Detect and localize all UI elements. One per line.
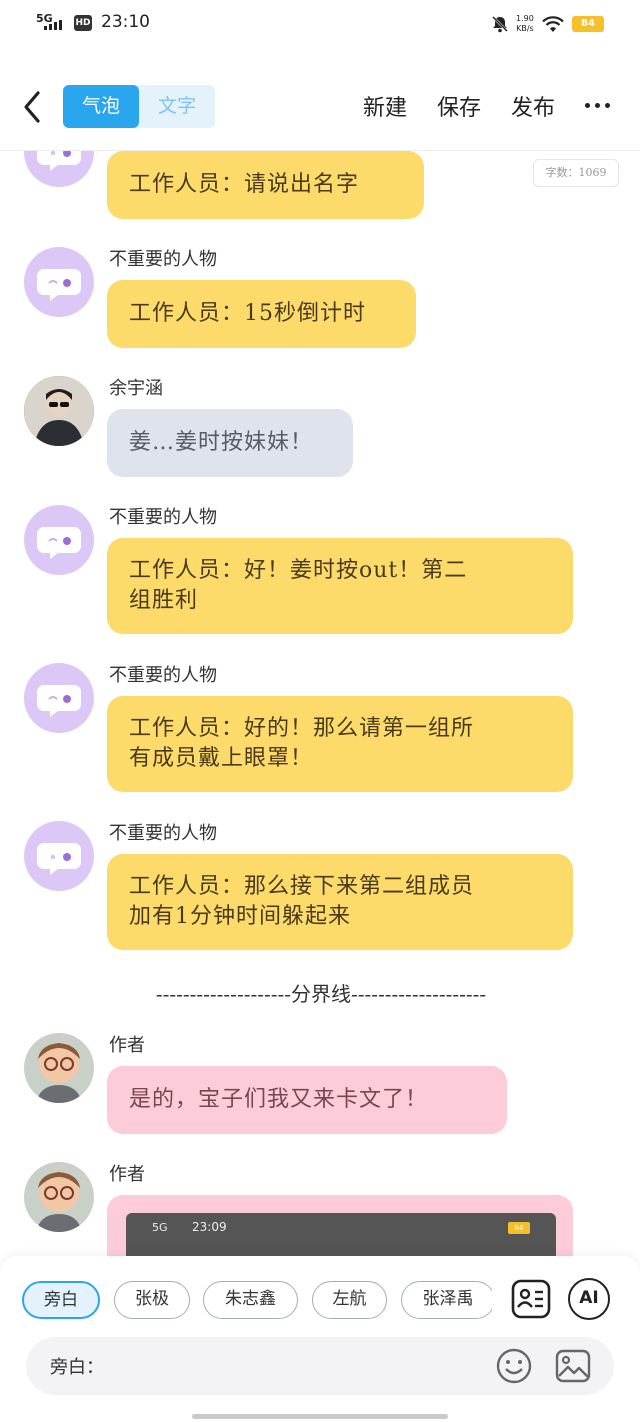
message-bubble[interactable]: 工作人员：好的！那么请第一组所 有成员戴上眼罩！ — [107, 696, 573, 792]
net-speed-value: 1.90 — [516, 14, 534, 23]
wifi-icon — [542, 16, 564, 32]
speaker-name: 不重要的人物 — [109, 665, 217, 686]
author-avatar — [24, 1033, 94, 1103]
speaker-name: 不重要的人物 — [109, 249, 217, 270]
message-line: 有成员戴上眼罩！ — [129, 746, 314, 771]
back-arrow-icon[interactable] — [18, 87, 48, 127]
battery-icon: 84 — [572, 16, 604, 32]
tab-text[interactable]: 文字 — [139, 85, 215, 128]
new-button[interactable]: 新建 — [363, 90, 407, 122]
input-speaker-label: 旁白： — [50, 1357, 104, 1378]
message-line: 组胜利 — [129, 588, 199, 613]
message-line: 工作人员：好！姜时按out！第二 — [129, 558, 468, 583]
embedded-time: 23:09 — [192, 1220, 227, 1234]
character-chip[interactable]: 左航 — [312, 1281, 387, 1319]
speaker-name: 不重要的人物 — [109, 507, 217, 528]
embedded-screenshot[interactable]: 5G 23:09 84 — [126, 1213, 556, 1256]
status-time: 23:10 — [101, 12, 150, 32]
status-bar: 5G HD 23:10 1.90 KB/s 84 — [0, 0, 640, 48]
more-options-icon[interactable] — [585, 103, 610, 108]
save-button[interactable]: 保存 — [437, 90, 481, 122]
message-bubble[interactable]: 工作人员：请说出名字 — [107, 151, 424, 219]
message-line: 工作人员：那么接下来第二组成员 — [129, 874, 475, 899]
message-bubble[interactable]: 是的，宝子们我又来卡文了！ — [107, 1066, 507, 1134]
publish-button[interactable]: 发布 — [511, 90, 555, 122]
image-icon[interactable] — [554, 1347, 592, 1385]
message-line: 工作人员：好的！那么请第一组所 — [129, 716, 475, 741]
mode-toggle: 气泡 文字 — [63, 85, 215, 128]
mute-bell-icon — [492, 16, 508, 33]
embedded-battery: 84 — [508, 1222, 530, 1234]
user-avatar — [24, 376, 94, 446]
robot-avatar — [24, 151, 94, 187]
speaker-name: 作者 — [109, 1035, 145, 1056]
ai-assist-button[interactable]: AI — [568, 1278, 610, 1320]
message-input[interactable] — [114, 1347, 484, 1385]
message-bubble[interactable]: 姜…姜时按妹妹！ — [107, 409, 353, 477]
section-divider[interactable]: --------------------分界线-----------------… — [66, 978, 576, 1007]
embedded-network: 5G — [152, 1221, 168, 1234]
speaker-name: 不重要的人物 — [109, 823, 217, 844]
speaker-name: 作者 — [109, 1164, 145, 1185]
character-chip[interactable]: 朱志鑫 — [203, 1281, 298, 1319]
signal-icon — [44, 20, 62, 30]
word-count: 字数：1069 — [533, 159, 619, 187]
robot-avatar — [24, 505, 94, 575]
editor-toolbar: 气泡 文字 新建 保存 发布 — [0, 70, 640, 142]
character-selector[interactable]: 旁白 张极 朱志鑫 左航 张泽禹 — [22, 1281, 492, 1321]
speaker-name: 余宇涵 — [109, 378, 163, 399]
net-speed-unit: KB/s — [516, 24, 534, 33]
robot-avatar — [24, 247, 94, 317]
home-indicator[interactable] — [192, 1414, 448, 1419]
character-chip[interactable]: 张泽禹 — [401, 1281, 492, 1319]
author-avatar — [24, 1162, 94, 1232]
robot-avatar — [24, 821, 94, 891]
compose-panel: 旁白 张极 朱志鑫 左航 张泽禹 AI 旁白： — [0, 1256, 640, 1422]
hd-badge: HD — [74, 15, 92, 31]
message-input-bar: 旁白： — [26, 1337, 614, 1395]
character-chip[interactable]: 张极 — [114, 1281, 190, 1319]
robot-avatar — [24, 663, 94, 733]
message-bubble[interactable]: 工作人员：那么接下来第二组成员 加有1分钟时间躲起来 — [107, 854, 573, 950]
character-card-icon[interactable] — [510, 1278, 552, 1320]
character-chip[interactable]: 旁白 — [22, 1281, 100, 1319]
emoji-icon[interactable] — [495, 1347, 533, 1385]
chat-list[interactable]: 工作人员：请说出名字 不重要的人物 工作人员：15秒倒计时 余宇涵 姜…姜时按妹… — [0, 151, 640, 1256]
message-line: 加有1分钟时间躲起来 — [129, 904, 351, 929]
message-bubble[interactable]: 工作人员：15秒倒计时 — [107, 280, 416, 348]
net-speed: 1.90 KB/s — [516, 14, 534, 34]
message-bubble[interactable]: 工作人员：好！姜时按out！第二 组胜利 — [107, 538, 573, 634]
tab-bubble[interactable]: 气泡 — [63, 85, 139, 128]
